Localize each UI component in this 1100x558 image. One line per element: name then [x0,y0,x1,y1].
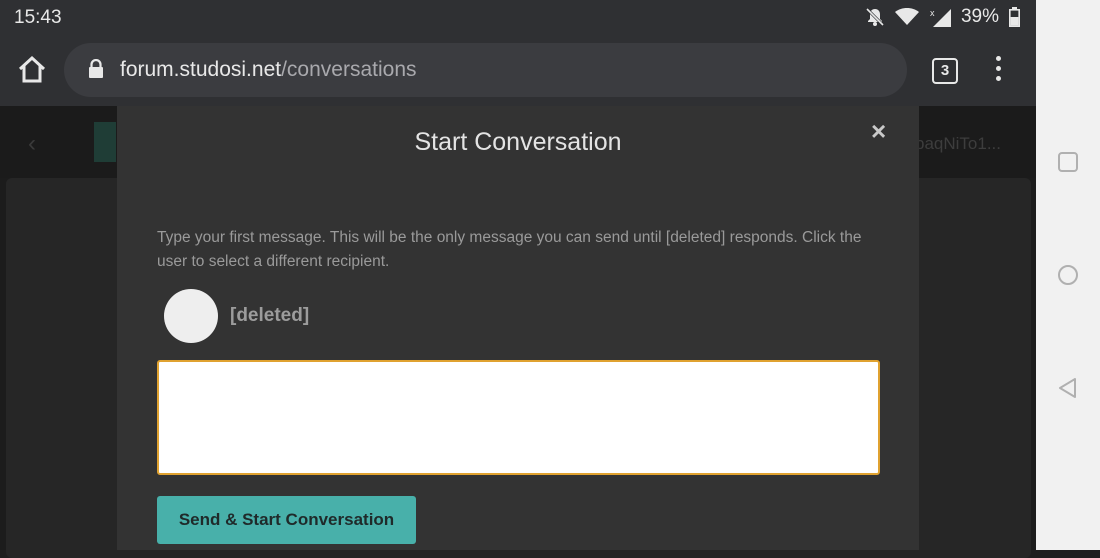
url-text: forum.studosi.net/conversations [120,58,417,82]
back-icon[interactable] [1056,376,1080,400]
chevron-left-icon: ‹ [28,130,36,157]
send-start-conversation-button[interactable]: Send & Start Conversation [157,496,416,544]
site-logo [94,122,116,162]
battery-percent: 39% [960,6,999,27]
background-user-text: baqNiTo1... [915,134,1001,153]
status-icons: x 39% [865,6,1020,28]
avatar[interactable] [164,289,218,343]
recipient-selector[interactable]: [deleted] [164,289,309,343]
url-domain: forum.studosi.net [120,58,282,81]
wifi-icon [894,8,919,26]
browser-toolbar: forum.studosi.net/conversations 3 [0,34,1036,106]
recipient-name[interactable]: [deleted] [230,305,309,327]
home-icon[interactable] [16,54,48,86]
overflow-menu-icon[interactable] [988,56,1008,84]
url-path: /conversations [281,58,417,81]
lock-icon [88,58,104,84]
start-conversation-modal: Start Conversation × Type your first mes… [117,106,919,550]
recents-icon[interactable] [1056,150,1080,174]
home-circle-icon[interactable] [1056,263,1080,287]
android-nav-bar [1036,0,1100,550]
message-input[interactable] [157,360,880,475]
notifications-off-icon [865,7,885,27]
svg-text:x: x [930,8,935,18]
status-bar: 15:43 x 39% [0,0,1036,34]
signal-icon: x [929,7,951,27]
address-bar[interactable]: forum.studosi.net/conversations [64,43,907,97]
close-icon[interactable]: × [871,116,886,147]
status-time: 15:43 [14,7,62,28]
modal-title: Start Conversation [414,128,622,156]
tabs-icon[interactable]: 3 [932,58,958,84]
modal-description: Type your first message. This will be th… [157,229,862,270]
battery-icon [1009,7,1020,27]
